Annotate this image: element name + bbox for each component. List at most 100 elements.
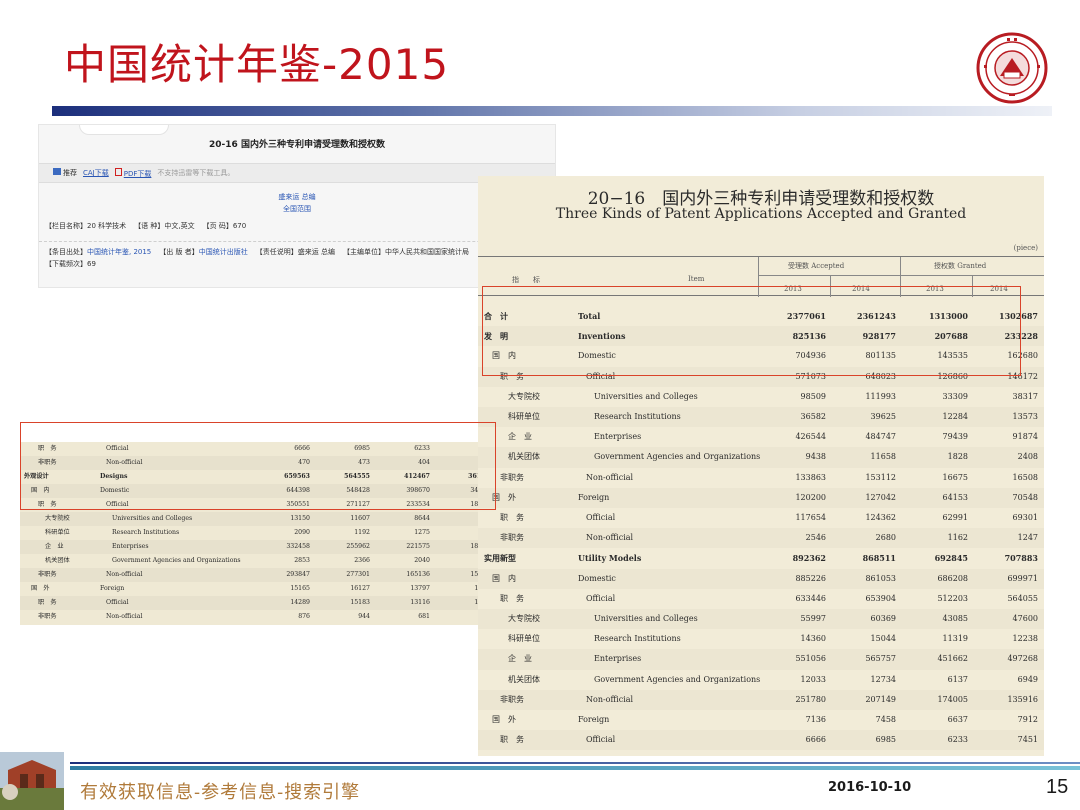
row-value: 47600 [1012,614,1038,623]
row-label-en: Domestic [578,351,616,361]
row-label-cn: 机关团体 [508,452,540,462]
row-value: 484747 [865,432,896,442]
row-label-en: Non-official [586,694,634,704]
caj-download-link[interactable]: CAJ下载 [83,168,109,178]
row-label-en: Total [578,311,601,321]
row-value: 1302687 [999,311,1038,321]
table-row: 非职务Non-official293847277301165136157541 [20,568,498,582]
row-label-cn: 企 业 [508,432,532,442]
header-divider-1 [758,257,759,297]
row-value: 6637 [947,715,968,724]
row-value: 6233 [414,445,430,452]
row-label-en: Government Agencies and Organizations [594,674,761,684]
row-value: 146172 [1007,371,1038,381]
row-value: 293847 [286,571,310,578]
row-value: 512203 [937,593,968,603]
row-value: 98509 [800,391,826,401]
row-value: 38317 [1012,391,1038,401]
table-row: 非职务Non-official876944681804 [20,610,498,624]
row-value: 277301 [346,571,370,578]
row-value: 633446 [795,593,826,603]
row-value: 127042 [865,492,896,502]
row-value: 7912 [1017,715,1038,724]
table-row: 职 务 Official 633446 653904 512203 564055 [478,589,1044,609]
row-label-en: Official [586,513,616,522]
table-row: 大专院校 Universities and Colleges 55997 60369 4… [478,609,1044,629]
row-label-en: Inventions [578,331,626,342]
row-value: 644398 [286,487,310,494]
header-item-cn: 指 标 [512,276,540,284]
row-label-en: Official [586,735,616,745]
publisher-link[interactable]: 中国统计出版社 [199,248,248,256]
row-label-cn: 职 务 [500,513,524,522]
row-label-en: Official [586,593,616,603]
table-row: 机关团体 Government Agencies and Organization… [478,670,1044,690]
row-value: 135916 [1007,694,1038,704]
row-value: 2366 [354,557,370,564]
row-value: 944 [358,613,370,620]
row-value: 233534 [406,501,430,508]
meta-row-2: 【条目出处】中国统计年鉴, 2015 【出 版 者】中国统计出版社 【责任说明】… [45,247,469,257]
row-label-en: Official [106,445,129,452]
row-label-en: Non-official [586,533,634,543]
row-value: 564055 [1007,593,1038,603]
row-label-en: Non-official [106,571,143,578]
pdf-download-link[interactable]: PDF下载 [124,170,152,178]
row-value: 16127 [350,585,370,592]
row-value: 16675 [942,472,968,482]
row-label-cn: 科研单位 [508,634,540,644]
row-value: 79439 [942,432,968,442]
footer-date: 2016-10-10 [828,780,912,795]
row-label-cn: 合 计 [484,311,508,321]
row-value: 14360 [800,634,826,644]
row-value: 6985 [354,445,370,452]
row-label-en: Domestic [578,573,616,583]
row-label-en: Enterprises [594,432,642,442]
source-link[interactable]: 中国统计年鉴, 2015 [87,248,151,256]
row-value: 33309 [942,391,968,401]
row-value: 111993 [865,391,896,401]
recommend-label: 推荐 [63,169,77,177]
row-label-en: Official [106,599,129,606]
row-value: 13797 [410,585,430,592]
row-value: 692845 [934,553,968,564]
row-value: 251780 [795,694,826,704]
table-row: 企 业Enterprises332458255962221575181188 [20,540,498,554]
row-value: 9438 [805,452,826,462]
table-row: 科研单位 Research Institutions 36582 39625 12284… [478,407,1044,427]
table-row: 科研单位Research Institutions209011921275769 [20,526,498,540]
row-value: 548428 [346,487,370,494]
row-value: 876 [298,613,310,620]
panel-tab [79,125,169,135]
pdf-file-icon [114,167,122,176]
header-accepted: 受理数 Accepted [788,262,845,270]
row-label-en: Non-official [586,472,634,482]
table-row: 非职务 Non-official 251780 207149 174005 135916 [478,690,1044,710]
row-value: 36582 [800,412,826,421]
table-row: 国 外 Foreign 7136 7458 6637 7912 [478,710,1044,730]
table-scan-continuation: 职 务Official6666698562337451非职务Non-offici… [20,442,498,625]
row-value: 64153 [942,492,968,502]
row-label-cn: 非职务 [500,533,524,543]
row-value: 255962 [346,543,370,550]
row-value: 13116 [410,599,430,606]
table-row: 国 内Domestic644398548428398670346751 [20,484,498,498]
row-value: 39625 [870,412,896,421]
row-value: 404 [418,459,430,466]
header-split-line [758,275,1044,276]
table-row: 科研单位 Research Institutions 14360 15044 11319… [478,629,1044,649]
header-divider-3 [830,275,831,297]
header-divider-4 [972,275,973,297]
record-heading: 20-16 国内外三种专利申请受理数和授权数 [209,140,385,150]
row-value: 13150 [290,515,310,522]
row-label-cn: 国 内 [31,487,50,494]
row-label-cn: 非职务 [38,613,57,620]
downloads-label: 【下载频次】 [45,260,87,268]
row-value: 1247 [1017,533,1038,543]
table-row: 国 外 Foreign 120200 127042 64153 70548 [478,488,1044,508]
row-label-en: Foreign [578,492,610,502]
row-value: 2546 [805,533,826,543]
table-row: 机关团体 Government Agencies and Organization… [478,447,1044,467]
row-value: 350551 [286,501,310,508]
responsibility-label: 【责任说明】 [255,248,298,256]
